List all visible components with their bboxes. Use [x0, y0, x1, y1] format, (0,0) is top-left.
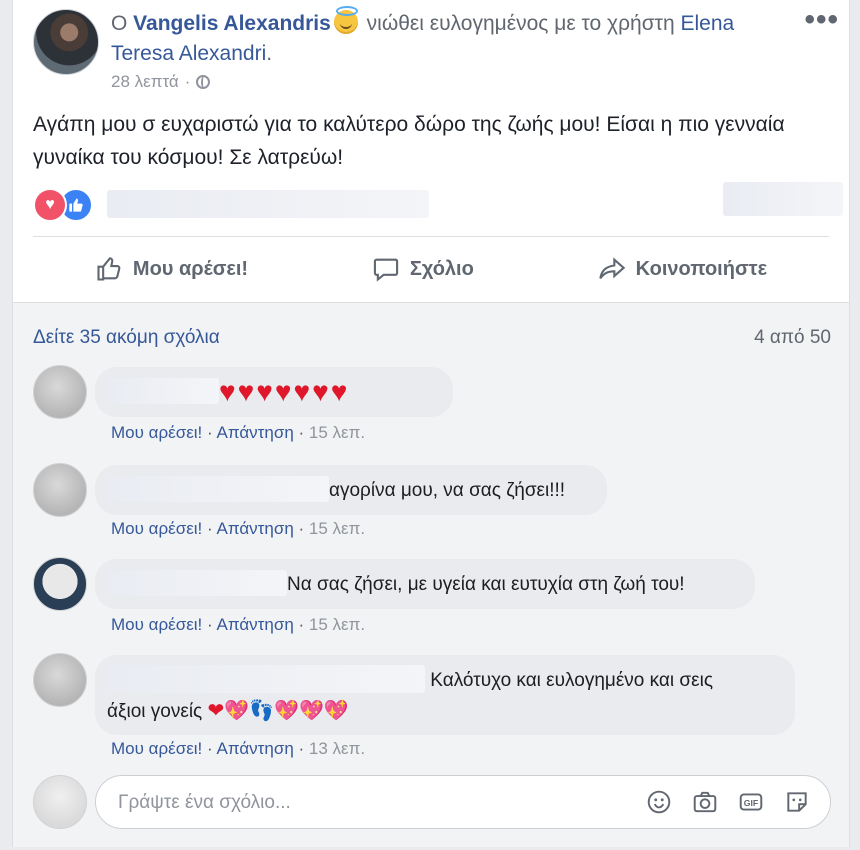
- like-label: Μου αρέσει!: [132, 257, 249, 280]
- comment-like-link[interactable]: Μου αρέσει!: [111, 423, 202, 442]
- comment-text-line1: Καλότυχο και ευλογημένο και σεις: [430, 670, 713, 691]
- comment-composer[interactable]: GIF: [95, 775, 831, 829]
- comment-time[interactable]: 13 λεπ.: [309, 739, 365, 758]
- comment-bubble: Καλότυχο και ευλογημένο και σεις άξιοι γ…: [95, 655, 795, 735]
- dot: ·: [207, 739, 213, 758]
- divider: [33, 236, 829, 237]
- commenter-name-blurred[interactable]: [107, 378, 219, 404]
- post-header: Ο Vangelis Alexandris νιώθει ευλογημένος…: [111, 6, 791, 69]
- like-button[interactable]: Μου αρέσει!: [95, 255, 248, 283]
- emoji-icon[interactable]: [646, 789, 672, 815]
- dot: ·: [207, 423, 213, 442]
- comment-reply-link[interactable]: Απάντηση: [217, 519, 294, 538]
- halo-emoji-icon: [333, 6, 358, 34]
- post-timestamp[interactable]: 28 λεπτά: [111, 72, 179, 92]
- comment-actions: Μου αρέσει! · Απάντηση · 15 λεπ.: [111, 615, 365, 635]
- meta-separator: ·: [184, 72, 191, 91]
- heart-reaction-icon: ♥: [33, 188, 67, 222]
- comment-reply-link[interactable]: Απάντηση: [217, 615, 294, 634]
- comment-button[interactable]: Σχόλιο: [372, 255, 474, 283]
- dot: ·: [207, 615, 213, 634]
- commenter-avatar[interactable]: [33, 365, 87, 419]
- comment-label: Σχόλιο: [409, 257, 474, 280]
- comment-count: 4 από 50: [754, 327, 831, 348]
- comment-reply-link[interactable]: Απάντηση: [217, 423, 294, 442]
- post-card: Ο Vangelis Alexandris νιώθει ευλογημένος…: [12, 0, 850, 847]
- globe-icon[interactable]: [196, 75, 211, 89]
- comment-text: αγορίνα μου, να σας ζήσει!!!: [329, 480, 566, 501]
- comment-like-link[interactable]: Μου αρέσει!: [111, 615, 202, 634]
- comment-text: Να σας ζήσει, με υγεία και ευτυχία στη ζ…: [287, 574, 685, 595]
- reactors-names-blurred: [107, 190, 429, 218]
- dot: ·: [207, 519, 213, 538]
- comment-input[interactable]: [116, 788, 600, 818]
- dot: ·: [298, 423, 305, 442]
- share-label: Κοινοποιήστε: [635, 257, 768, 280]
- current-user-avatar: [33, 775, 87, 829]
- comment-time[interactable]: 15 λεπ.: [309, 615, 365, 634]
- share-button[interactable]: Κοινοποιήστε: [598, 255, 767, 283]
- post-actions: Μου αρέσει! Σχόλιο Κοινοποιήστε: [33, 238, 829, 300]
- comment-reply-link[interactable]: Απάντηση: [217, 739, 294, 758]
- comment-time[interactable]: 15 λεπ.: [309, 519, 365, 538]
- more-options-button[interactable]: •••: [804, 5, 839, 35]
- comment-icon: [373, 258, 399, 282]
- svg-text:GIF: GIF: [744, 798, 758, 808]
- dot: ·: [298, 519, 305, 538]
- camera-icon[interactable]: [692, 789, 718, 815]
- reactions-row[interactable]: ♥: [33, 182, 843, 222]
- dot: ·: [298, 739, 305, 758]
- commenter-avatar[interactable]: [33, 557, 87, 611]
- comment-bubble: ♥♥♥♥♥♥♥: [95, 367, 453, 417]
- header-period: .: [266, 42, 273, 65]
- dot: ·: [298, 615, 305, 634]
- comment-text: ♥♥♥♥♥♥♥: [219, 376, 350, 407]
- sticker-icon[interactable]: [784, 789, 810, 815]
- reaction-stats-blurred: [723, 182, 843, 216]
- author-name-link[interactable]: Vangelis Alexandris: [133, 12, 331, 35]
- comment-like-link[interactable]: Μου αρέσει!: [111, 739, 202, 758]
- author-avatar[interactable]: [33, 9, 99, 75]
- comment-bubble: αγορίνα μου, να σας ζήσει!!!: [95, 465, 607, 515]
- comment-actions: Μου αρέσει! · Απάντηση · 15 λεπ.: [111, 423, 365, 443]
- header-prefix: Ο: [111, 12, 134, 35]
- comment-emojis: ❤💖👣💖💖💖: [207, 700, 349, 722]
- composer-icons: GIF: [646, 789, 810, 815]
- gif-icon[interactable]: GIF: [738, 789, 764, 815]
- comment-bubble: Να σας ζήσει, με υγεία και ευτυχία στη ζ…: [95, 559, 755, 609]
- view-more-comments-link[interactable]: Δείτε 35 ακόμη σχόλια: [33, 327, 220, 349]
- thumbs-up-icon: [97, 257, 121, 281]
- commenter-avatar[interactable]: [33, 463, 87, 517]
- comment-like-link[interactable]: Μου αρέσει!: [111, 519, 202, 538]
- commenter-avatar[interactable]: [33, 653, 87, 707]
- comments-section: Δείτε 35 ακόμη σχόλια 4 από 50 ♥♥♥♥♥♥♥ Μ…: [13, 302, 849, 847]
- commenter-name-blurred[interactable]: [107, 476, 329, 502]
- comment-time[interactable]: 15 λεπ.: [309, 423, 365, 442]
- post-meta: 28 λεπτά ·: [111, 72, 211, 92]
- feeling-text: νιώθει ευλογημένος με το χρήστη: [360, 12, 681, 35]
- comment-actions: Μου αρέσει! · Απάντηση · 13 λεπ.: [111, 739, 365, 759]
- commenter-name-blurred[interactable]: [107, 570, 287, 596]
- comment-actions: Μου αρέσει! · Απάντηση · 15 λεπ.: [111, 519, 365, 539]
- post-body: Αγάπη μου σ ευχαριστώ για το καλύτερο δώ…: [33, 113, 785, 169]
- comment-text-line2: άξιοι γονείς: [107, 701, 203, 722]
- share-icon: [598, 257, 625, 279]
- commenter-name-blurred[interactable]: [107, 665, 425, 693]
